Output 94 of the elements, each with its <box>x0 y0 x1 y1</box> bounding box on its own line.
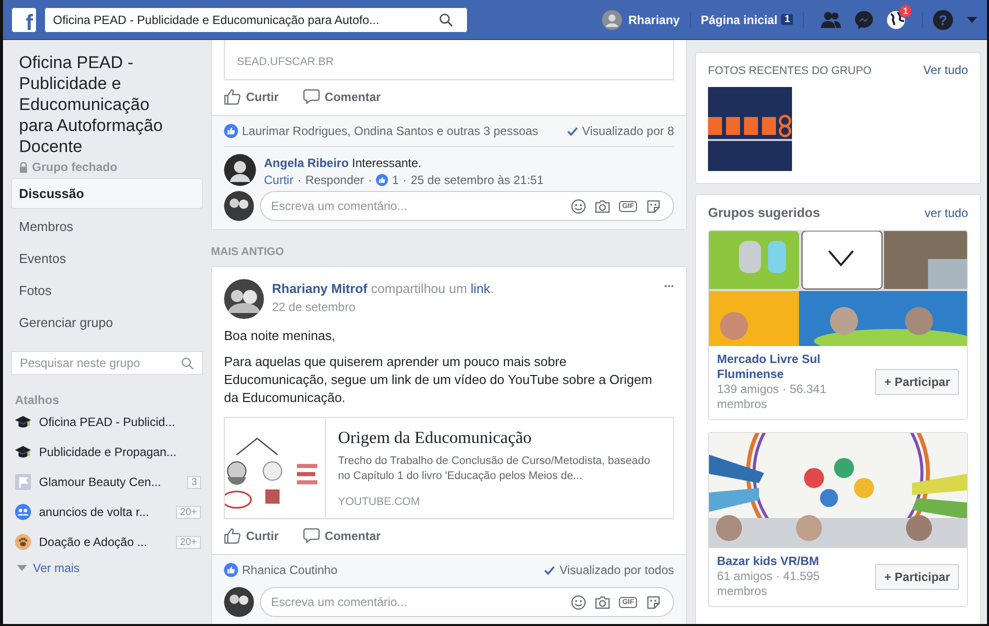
sticker-icon[interactable] <box>646 198 661 214</box>
sticker-icon[interactable] <box>646 594 661 610</box>
comment-button[interactable]: Comentar <box>302 527 381 544</box>
avatar <box>224 154 256 186</box>
paw-icon <box>15 534 31 550</box>
comment-time: 25 de setembro às 21:51 <box>410 173 544 187</box>
notification-badge: 1 <box>898 4 912 18</box>
post-header: Rhariany Mitrof compartilhou um link. <box>272 281 495 296</box>
like-link[interactable]: Curtir <box>264 173 294 187</box>
like-button[interactable]: Curtir <box>224 527 279 544</box>
see-all-link[interactable]: ver tudo <box>924 206 968 220</box>
group-stats: 139 amigos · 56.341 membros <box>717 382 828 412</box>
like-icon <box>376 174 388 186</box>
lock-icon <box>19 162 28 172</box>
nav-item[interactable]: Gerenciar grupo <box>11 308 203 337</box>
group-name[interactable]: Mercado Livre Sul Fluminense <box>717 352 870 382</box>
messenger-icon[interactable] <box>854 10 874 30</box>
speech-bubble-icon <box>302 527 320 544</box>
shortcut-link[interactable]: Doação e Adoção ... <box>39 535 176 549</box>
camera-icon[interactable] <box>595 594 610 610</box>
thumbs-up-icon <box>224 88 241 105</box>
group-icon <box>15 504 31 520</box>
search-icon[interactable] <box>439 12 453 26</box>
join-button[interactable]: + Participar <box>875 369 959 395</box>
emoji-icon[interactable] <box>571 594 586 610</box>
section-label: MAIS ANTIGO <box>211 245 285 260</box>
like-button[interactable]: Curtir <box>224 88 279 105</box>
reply-link[interactable]: Responder <box>305 173 364 187</box>
separator: · <box>297 173 302 187</box>
shortcut-link[interactable]: Publicidade e Propagan... <box>39 445 203 459</box>
section-heading: Atalhos <box>14 393 60 407</box>
like-icon <box>224 563 238 577</box>
group-title[interactable]: Oficina PEAD - Publicidade e Educomunicação para Autoformação Docente <box>11 52 185 157</box>
seen-count[interactable]: Visualizado por todos <box>559 563 674 577</box>
separator: · <box>402 173 407 187</box>
avatar <box>602 10 622 30</box>
likes-summary[interactable]: Rhanica Coutinho <box>242 563 338 577</box>
camera-icon[interactable] <box>595 198 610 214</box>
reaction-count: 1 <box>392 173 399 187</box>
more-button[interactable]: ... <box>664 279 674 319</box>
caret-icon <box>17 565 27 571</box>
nav-item[interactable]: Membros <box>11 212 203 241</box>
like-icon <box>224 124 238 138</box>
thumbs-up-icon <box>224 527 241 544</box>
avatar <box>224 587 254 617</box>
emoji-icon[interactable] <box>571 198 586 214</box>
group-stats: 61 amigos · 41.595 membros <box>717 569 821 599</box>
seen-count[interactable]: Visualizado por 8 <box>582 124 674 138</box>
privacy-label: Grupo fechado <box>32 160 118 174</box>
count-badge: 1 <box>781 14 793 25</box>
avatar <box>224 191 254 221</box>
graduation-cap-icon <box>15 414 31 430</box>
count-badge: 3 <box>187 476 201 488</box>
group-name[interactable]: Bazar kids VR/BM <box>717 554 870 569</box>
logo[interactable]: f <box>12 8 36 32</box>
comment-button[interactable]: Comentar <box>302 88 381 105</box>
friends-icon[interactable] <box>820 10 842 28</box>
link-description: Trecho do Trabalho de Conclusão de Curso/Metodista, baseado no Capítulo 1 do livro 'Educação pelos Meios de... <box>338 454 652 484</box>
link-preview[interactable]: Origem da Educomunicação Trecho do Trabalho de Conclusão de Curso/Metodista, baseado no Capítulo 1 do livro 'Educação pelos Meios de... YOUTUBE.COM <box>224 417 674 519</box>
see-all-link[interactable]: Ver tudo <box>923 63 968 77</box>
shortcut-link[interactable]: anuncios de volta r... <box>39 505 176 519</box>
speech-bubble-icon <box>302 88 320 105</box>
post-text: Para aquelas que quiserem aprender um pouco mais sobre Educomunicação, segue um link de um vídeo do YouTube sobre a Origem da Educomunicação. <box>224 353 654 407</box>
graduation-cap-icon <box>15 444 31 460</box>
nav-item[interactable]: Fotos <box>11 276 203 305</box>
author-link[interactable]: Angela Ribeiro <box>264 156 349 170</box>
check-icon <box>567 126 578 136</box>
card-title: Grupos sugeridos <box>708 205 820 220</box>
shortcut-link[interactable]: Glamour Beauty Cen... <box>39 475 188 489</box>
post-text: Boa noite meninas, <box>224 327 336 345</box>
home-link[interactable]: Página inicial <box>700 12 778 26</box>
card-title: FOTOS RECENTES DO GRUPO <box>708 65 872 77</box>
flag-icon <box>15 474 31 490</box>
likes-summary[interactable]: Laurimar Rodrigues, Ondina Santos e outras 3 pessoas <box>242 124 538 138</box>
search-box[interactable]: Pesquisar neste grupo <box>11 351 203 375</box>
link-title: Origem da Educomunicação <box>338 428 533 448</box>
nav-item[interactable]: Eventos <box>11 244 203 273</box>
separator: · <box>368 173 372 187</box>
comment-text: Angela Ribeiro Interessante. <box>264 156 422 170</box>
join-button[interactable]: + Participar <box>875 564 959 590</box>
link-domain: YOUTUBE.COM <box>338 496 421 508</box>
check-icon <box>544 566 556 574</box>
caret-icon[interactable] <box>967 16 977 22</box>
see-more-link[interactable]: Ver mais <box>33 561 80 575</box>
author-link[interactable]: Rhariany Mitrof <box>272 281 368 296</box>
nav-item[interactable]: Discussão <box>11 178 203 209</box>
profile-link[interactable]: Rhariany <box>602 10 680 30</box>
shortcut-link[interactable]: Oficina PEAD - Publicid... <box>39 415 203 429</box>
avatar[interactable] <box>224 279 264 319</box>
count-badge: 20+ <box>176 536 201 548</box>
link-domain: SEAD.UFSCAR.BR <box>237 56 334 68</box>
count-badge: 20+ <box>176 506 201 518</box>
search-field[interactable]: Oficina PEAD - Publicidade e Educomunicação para Autofo... <box>45 8 467 32</box>
link-word[interactable]: link <box>470 281 490 296</box>
